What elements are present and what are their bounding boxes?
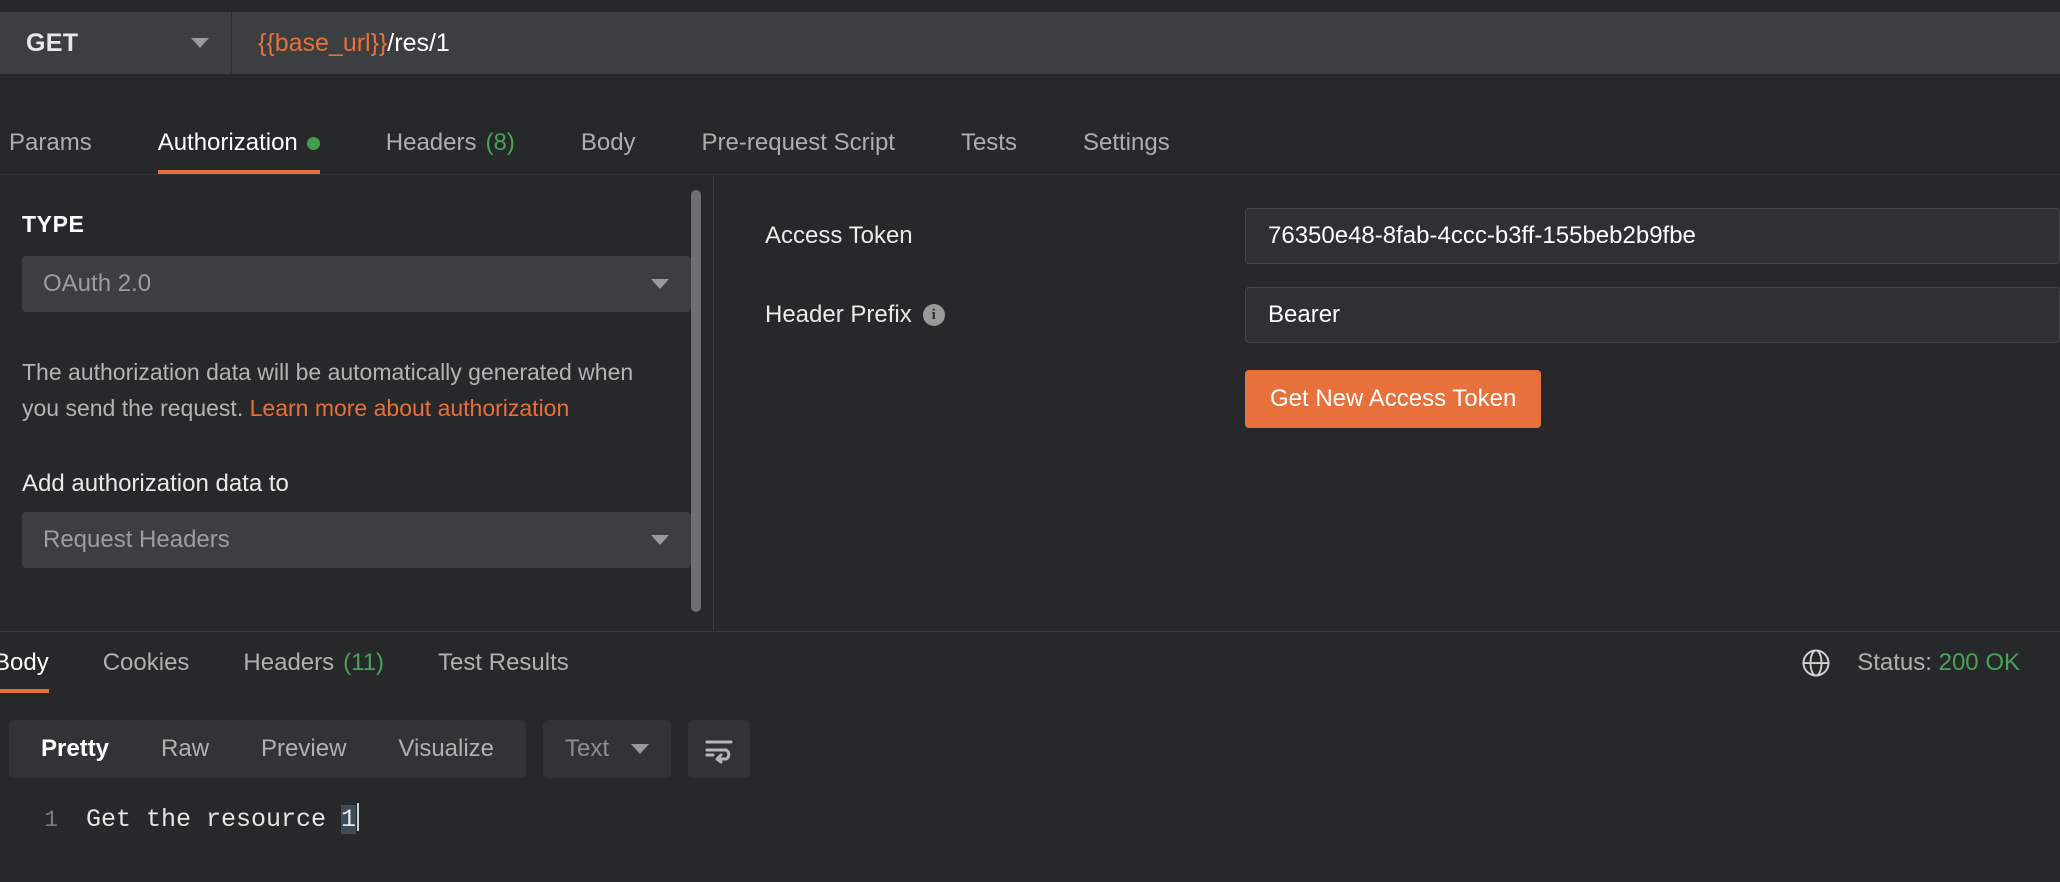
response-body-text: Get the resource 1 [72, 802, 359, 838]
tab-count: (8) [486, 129, 515, 157]
access-token-row: Access Token 76350e48-8fab-4ccc-b3ff-155… [715, 212, 2060, 260]
tab-params[interactable]: Params [0, 112, 125, 174]
url-variable: {{base_url}} [258, 29, 387, 57]
add-auth-data-label: Add authorization data to [22, 470, 691, 498]
text-cursor [357, 803, 359, 831]
tab-authorization[interactable]: Authorization [125, 112, 353, 174]
header-prefix-input[interactable]: Bearer [1245, 287, 2060, 343]
access-token-label: Access Token [715, 222, 1245, 250]
response-tab-headers[interactable]: Headers (11) [216, 632, 411, 693]
header-prefix-value: Bearer [1268, 301, 1340, 329]
tab-label: Headers [386, 129, 477, 157]
add-auth-data-value: Request Headers [43, 526, 230, 554]
add-auth-data-block: Add authorization data to Request Header… [22, 470, 691, 568]
chevron-down-icon [651, 279, 669, 289]
auth-type-value: OAuth 2.0 [43, 270, 151, 298]
request-url-bar: GET {{base_url}}/res/1 [0, 12, 2060, 74]
tab-headers[interactable]: Headers (8) [353, 112, 548, 174]
http-method-label: GET [26, 29, 78, 58]
status-badge: Status: 200 OK [1857, 649, 2020, 677]
tab-count: (11) [343, 649, 384, 677]
format-pretty[interactable]: Pretty [15, 720, 135, 778]
add-auth-data-dropdown[interactable]: Request Headers [22, 512, 691, 568]
response-tab-cookies[interactable]: Cookies [76, 632, 217, 693]
chevron-down-icon [631, 744, 649, 754]
response-status-group: Status: 200 OK [1801, 648, 2060, 678]
header-prefix-label: Header Prefix i [715, 301, 1245, 329]
globe-icon[interactable] [1801, 648, 1831, 678]
tab-label: Test Results [438, 649, 569, 677]
body-language-dropdown[interactable]: Text [543, 720, 671, 778]
info-icon[interactable]: i [923, 304, 945, 326]
tab-label: Authorization [158, 129, 298, 157]
header-prefix-row: Header Prefix i Bearer [715, 291, 2060, 339]
access-token-value: 76350e48-8fab-4ccc-b3ff-155beb2b9fbe [1268, 222, 1696, 250]
response-tab-bar: Body Cookies Headers (11) Test Results S… [0, 631, 2060, 693]
response-body-toolbar: Pretty Raw Preview Visualize Text [0, 718, 2060, 780]
format-raw[interactable]: Raw [135, 720, 235, 778]
learn-more-link[interactable]: Learn more about authorization [250, 395, 570, 421]
chevron-down-icon [651, 535, 669, 545]
url-path: /res/1 [387, 29, 450, 57]
word-wrap-icon [702, 734, 736, 764]
auth-panel-scrollbar[interactable] [691, 190, 701, 612]
auth-description: The authorization data will be automatic… [22, 354, 662, 426]
field-label-text: Access Token [765, 222, 913, 250]
body-language-value: Text [565, 735, 609, 763]
tab-pre-request-script[interactable]: Pre-request Script [669, 112, 928, 174]
url-text: {{base_url}}/res/1 [258, 29, 450, 58]
format-preview[interactable]: Preview [235, 720, 372, 778]
field-label-text: Header Prefix [765, 301, 912, 329]
get-new-access-token-button[interactable]: Get New Access Token [1245, 370, 1541, 428]
tab-label: Pre-request Script [702, 129, 895, 157]
tab-label: Tests [961, 129, 1017, 157]
tab-label: Body [0, 649, 49, 677]
type-label: TYPE [22, 211, 691, 238]
response-tab-test-results[interactable]: Test Results [411, 632, 596, 693]
request-tab-bar: Params Authorization Headers (8) Body Pr… [0, 113, 2060, 175]
tab-label: Headers [243, 649, 334, 677]
body-format-group: Pretty Raw Preview Visualize [9, 720, 526, 778]
tab-settings[interactable]: Settings [1050, 112, 1203, 174]
response-body-viewer[interactable]: 1 Get the resource 1 [0, 790, 2060, 882]
auth-fields-panel: Access Token 76350e48-8fab-4ccc-b3ff-155… [715, 176, 2060, 630]
tab-label: Settings [1083, 129, 1170, 157]
auth-type-dropdown[interactable]: OAuth 2.0 [22, 256, 691, 312]
line-number: 1 [0, 802, 72, 838]
response-tab-body[interactable]: Body [0, 632, 76, 693]
body-text-plain: Get the resource [86, 805, 341, 834]
tab-label: Body [581, 129, 636, 157]
url-input[interactable]: {{base_url}}/res/1 [232, 12, 2060, 74]
http-method-dropdown[interactable]: GET [0, 12, 232, 74]
status-code: 200 OK [1939, 649, 2020, 676]
tab-label: Cookies [103, 649, 190, 677]
auth-configured-dot-icon [307, 137, 320, 150]
tab-body[interactable]: Body [548, 112, 669, 174]
authorization-panel: TYPE OAuth 2.0 The authorization data wi… [0, 176, 2060, 630]
auth-type-panel: TYPE OAuth 2.0 The authorization data wi… [0, 176, 714, 630]
get-token-row: Get New Access Token [715, 370, 2060, 428]
tab-label: Params [9, 129, 92, 157]
format-visualize[interactable]: Visualize [372, 720, 520, 778]
chevron-down-icon [191, 38, 209, 48]
access-token-input[interactable]: 76350e48-8fab-4ccc-b3ff-155beb2b9fbe [1245, 208, 2060, 264]
tab-tests[interactable]: Tests [928, 112, 1050, 174]
status-label: Status: [1857, 649, 1932, 676]
word-wrap-button[interactable] [688, 720, 750, 778]
code-line: 1 Get the resource 1 [0, 802, 2060, 838]
body-text-selected: 1 [341, 805, 356, 834]
